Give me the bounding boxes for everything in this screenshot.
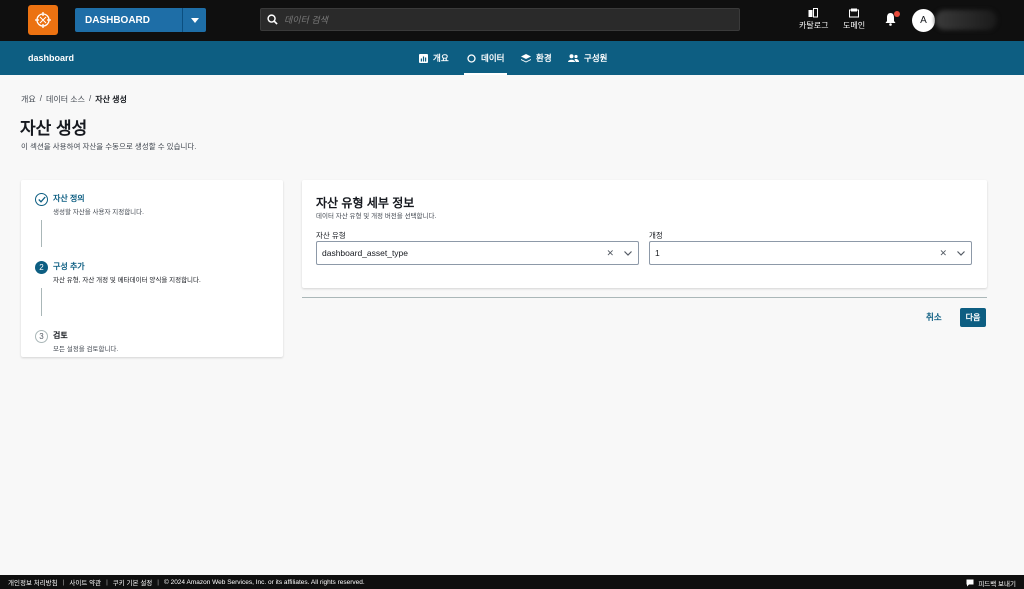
footer-privacy-link[interactable]: 개인정보 처리방침 [8,577,58,587]
step-connector [41,288,42,316]
panel-description: 데이터 자산 유형 및 개정 버전을 선택합니다. [316,213,437,220]
tab-environment-label: 환경 [536,53,552,63]
step-3-desc: 모든 설정을 검토합니다. [53,346,119,353]
chevron-down-icon[interactable] [624,250,632,256]
app-logo[interactable] [28,5,58,35]
catalog-label: 카탈로그 [799,21,829,30]
tab-members[interactable]: 구성원 [568,41,607,75]
project-nav: dashboard 개요 데이터 환경 구성원 [0,41,1024,75]
step-3-number: 3 [35,330,48,343]
project-selector[interactable]: DASHBOARD [75,8,206,32]
clear-icon[interactable]: ✕ [606,248,614,259]
chevron-down-icon[interactable] [957,250,965,256]
step-2-title: 구성 추가 [53,262,85,271]
breadcrumb-separator: / [89,94,92,103]
catalog-button[interactable]: 카탈로그 [799,8,828,31]
next-button[interactable]: 다음 [960,308,986,327]
project-name[interactable]: DASHBOARD [75,8,182,32]
tab-data-label: 데이터 [481,53,505,63]
page-description: 이 섹션을 사용하여 자산을 수동으로 생성할 수 있습니다. [21,142,197,151]
tab-overview-label: 개요 [433,53,449,63]
feedback-button[interactable]: 피드백 보내기 [966,578,1016,588]
footer-separator: | [157,578,159,586]
wizard-steps: 자산 정의 생성할 자산을 사용자 지정합니다. 2 구성 추가 자산 유형, … [21,180,283,357]
search-icon [267,14,278,25]
panel-title: 자산 유형 세부 정보 [316,196,415,210]
divider [302,297,987,298]
revision-value: 1 [655,248,660,258]
step-connector [41,220,42,247]
breadcrumb-current: 자산 생성 [95,95,127,104]
caret-down-icon [190,17,199,23]
footer-copyright: © 2024 Amazon Web Services, Inc. or its … [163,578,365,586]
tab-members-label: 구성원 [584,53,608,63]
asset-type-value: dashboard_asset_type [322,248,409,258]
tab-environment[interactable]: 환경 [521,41,552,75]
tab-data[interactable]: 데이터 [463,41,508,75]
breadcrumb-separator: / [39,94,42,103]
cancel-button[interactable]: 취소 [926,311,942,323]
feedback-icon [966,579,974,587]
asset-type-select[interactable]: dashboard_asset_type ✕ [316,241,639,265]
revision-label: 개정 [649,231,663,240]
project-dropdown-button[interactable] [182,8,206,32]
step-3: 3 검토 모든 설정을 검토합니다. [35,330,118,353]
step-1-desc: 생성할 자산을 사용자 지정합니다. [53,209,144,216]
footer-cookie-link[interactable]: 쿠키 기본 설정 [113,577,153,587]
footer-separator: | [106,578,108,586]
step-2-desc: 자산 유형, 자산 개정 및 메타데이터 양식을 지정합니다. [53,277,201,284]
breadcrumb-data-source[interactable]: 데이터 소스 [46,94,85,105]
step-1-title: 자산 정의 [53,194,85,203]
feedback-label: 피드백 보내기 [978,581,1016,588]
domain-icon [849,8,860,18]
footer-terms-link[interactable]: 사이트 약관 [69,577,101,587]
circle-icon [467,53,476,63]
domain-button[interactable]: 도메인 [843,8,865,31]
notification-badge [894,11,900,17]
project-title[interactable]: dashboard [28,53,74,63]
check-circle-icon [35,193,48,206]
footer: 개인정보 처리방침 | 사이트 약관 | 쿠키 기본 설정 | © 2024 A… [0,575,1024,589]
people-icon [568,54,579,62]
tab-overview[interactable]: 개요 [419,41,449,75]
revision-select[interactable]: 1 ✕ [649,241,972,265]
search-input[interactable] [284,14,724,25]
layers-icon [521,53,531,62]
avatar[interactable]: A [912,9,935,32]
breadcrumb-overview[interactable]: 개요 [21,94,36,105]
asset-type-label: 자산 유형 [316,231,346,240]
chart-icon [419,53,428,63]
asset-type-details-panel: 자산 유형 세부 정보 데이터 자산 유형 및 개정 버전을 선택합니다. 자산… [302,180,987,288]
breadcrumb: 개요 / 데이터 소스 / 자산 생성 [21,94,127,105]
step-2[interactable]: 2 구성 추가 자산 유형, 자산 개정 및 메타데이터 양식을 지정합니다. [35,261,201,284]
step-2-number: 2 [35,261,48,274]
top-header: DASHBOARD 카탈로그 도메인 A [0,0,1024,41]
logo-icon [35,12,51,28]
domain-label: 도메인 [843,21,866,30]
clear-icon[interactable]: ✕ [939,248,947,259]
step-3-title: 검토 [53,331,68,340]
search-bar[interactable] [260,8,740,31]
footer-separator: | [62,578,65,586]
catalog-icon [808,8,819,18]
step-1[interactable]: 자산 정의 생성할 자산을 사용자 지정합니다. [35,193,144,216]
page-title: 자산 생성 [20,119,88,138]
user-name-redacted[interactable] [935,10,997,30]
